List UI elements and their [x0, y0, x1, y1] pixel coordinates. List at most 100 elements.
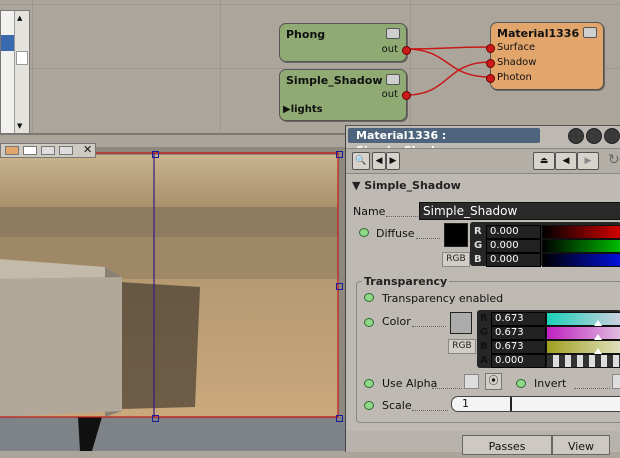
diffuse-color-swatch[interactable] — [444, 223, 468, 247]
transparency-a-value[interactable]: 0.000 — [491, 354, 546, 368]
node-phong[interactable]: Phong out — [279, 23, 411, 62]
next-arrow-icon[interactable]: ▶ — [386, 152, 400, 170]
render-region-image — [0, 147, 345, 451]
out-port-label: out — [381, 44, 398, 55]
panel-toolbar: 🔍 ◀ ▶ ⏏ ◀ ▶ ↻ — [346, 148, 620, 174]
transparency-g-value[interactable]: 0.673 — [491, 326, 546, 340]
animation-indicator[interactable] — [364, 318, 374, 327]
color-label: Color — [382, 315, 411, 328]
diffuse-g-value[interactable]: 0.000 — [486, 239, 541, 253]
link-icon[interactable] — [568, 128, 584, 144]
view-tab[interactable]: View — [552, 435, 610, 455]
radiation-icon[interactable] — [586, 128, 602, 144]
transparency-g-slider[interactable] — [546, 326, 620, 340]
diffuse-b-slider[interactable] — [542, 253, 620, 267]
leader-dots — [412, 410, 448, 411]
surface-port[interactable] — [486, 44, 495, 53]
back-icon[interactable]: ◀ — [555, 152, 577, 170]
diffuse-r-value[interactable]: 0.000 — [486, 225, 541, 239]
photon-port-label: Photon — [497, 72, 532, 83]
node-simple-shadow[interactable]: Simple_Shadow out ▶lights — [279, 69, 411, 121]
render-viewport[interactable] — [0, 147, 345, 451]
name-label: Name — [353, 205, 386, 218]
viewport-tab[interactable] — [23, 146, 37, 155]
animation-indicator[interactable] — [364, 379, 374, 388]
prev-arrow-icon[interactable]: ◀ — [372, 152, 386, 170]
node-material[interactable]: Material1336 Surface Shadow Photon — [486, 22, 604, 90]
transparency-color-swatch[interactable] — [450, 312, 472, 334]
out-port-label: out — [381, 89, 398, 100]
load-preset-icon[interactable]: ⏏ — [533, 152, 555, 170]
transparency-group-label: Transparency — [362, 275, 450, 288]
diffuse-b-value[interactable]: 0.000 — [486, 253, 541, 267]
name-field[interactable]: Simple_Shadow — [419, 202, 620, 220]
animation-indicator[interactable] — [364, 401, 374, 410]
shadow-port-label: Shadow — [497, 57, 537, 68]
out-port[interactable] — [402, 91, 411, 100]
leader-dots — [412, 326, 446, 327]
viewport-toolbar: ✕ — [0, 143, 96, 158]
viewport-tab[interactable] — [5, 146, 19, 155]
lock-tool-icon[interactable]: 🔍 — [352, 152, 370, 170]
node-collapse-icon[interactable] — [386, 28, 400, 39]
region-handle[interactable] — [152, 151, 159, 158]
invert-label: Invert — [534, 377, 567, 390]
scale-value[interactable]: 1 — [462, 397, 469, 411]
animation-indicator[interactable] — [516, 379, 526, 388]
channel-label: B — [480, 341, 488, 352]
transparency-r-slider[interactable] — [546, 312, 620, 326]
close-icon[interactable]: ✕ — [83, 143, 92, 156]
scale-label: Scale — [382, 399, 412, 412]
diffuse-color-mode[interactable]: RGB — [442, 252, 470, 267]
animation-indicator[interactable] — [364, 293, 374, 302]
scale-slider[interactable]: 1 — [451, 396, 620, 412]
channel-label: G — [474, 240, 483, 251]
region-handle[interactable] — [152, 415, 159, 422]
use-alpha-checkbox[interactable] — [464, 374, 479, 389]
viewport-tab[interactable] — [41, 146, 55, 155]
node-collapse-icon[interactable] — [583, 27, 597, 38]
connect-icon[interactable]: ⦿ — [485, 373, 502, 390]
region-handle[interactable] — [336, 415, 343, 422]
section-header[interactable]: ▼ Simple_Shadow — [352, 179, 461, 192]
region-handle[interactable] — [336, 283, 343, 290]
diffuse-r-slider[interactable] — [542, 225, 620, 239]
invert-checkbox[interactable] — [612, 374, 620, 389]
passes-tab[interactable]: Passes — [462, 435, 552, 455]
leader-dots — [574, 388, 610, 389]
out-port[interactable] — [402, 46, 411, 55]
transparency-enabled-label[interactable]: Transparency enabled — [382, 292, 503, 305]
transparency-a-slider[interactable] — [546, 354, 620, 368]
node-title: Phong — [286, 28, 326, 41]
surface-port-label: Surface — [497, 42, 536, 53]
forward-icon[interactable]: ▶ — [577, 152, 599, 170]
channel-label: B — [474, 254, 482, 265]
refresh-icon[interactable]: ↻ — [608, 152, 620, 168]
wire-shadow-shadow — [405, 61, 491, 96]
transparency-b-slider[interactable] — [546, 340, 620, 354]
region-handle[interactable] — [336, 151, 343, 158]
channel-label: R — [474, 226, 482, 237]
help-icon[interactable] — [604, 128, 620, 144]
node-title: Material1336 — [497, 27, 580, 40]
leader-dots — [386, 216, 418, 217]
diffuse-label: Diffuse — [376, 227, 415, 240]
use-alpha-label: Use Alpha — [382, 377, 438, 390]
leader-dots — [416, 238, 440, 239]
viewport-tab[interactable] — [59, 146, 73, 155]
scale-slider-thumb[interactable] — [510, 397, 512, 411]
shadow-port[interactable] — [486, 59, 495, 68]
transparency-color-mode[interactable]: RGB — [448, 339, 476, 354]
node-collapse-icon[interactable] — [386, 74, 400, 85]
photon-port[interactable] — [486, 74, 495, 83]
animation-indicator[interactable] — [359, 228, 369, 237]
panel-title[interactable]: Material1336 : Simple_Shadow — [348, 128, 540, 157]
channel-label: R — [480, 313, 488, 324]
lights-port-label[interactable]: ▶lights — [283, 104, 323, 115]
transparency-r-value[interactable]: 0.673 — [491, 312, 546, 326]
wire-phong-surface — [405, 46, 491, 50]
channel-label: G — [480, 327, 489, 338]
transparency-b-value[interactable]: 0.673 — [491, 340, 546, 354]
diffuse-g-slider[interactable] — [542, 239, 620, 253]
leader-dots — [432, 388, 462, 389]
